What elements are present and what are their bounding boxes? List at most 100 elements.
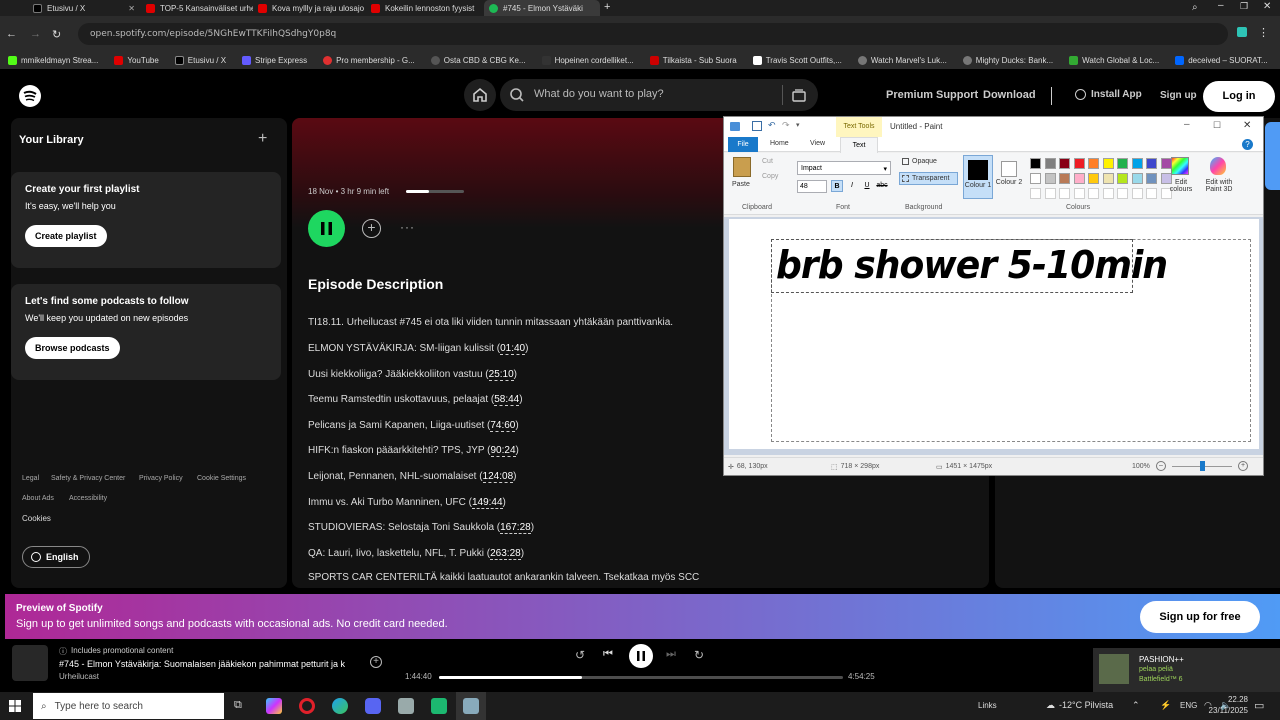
url-input[interactable]: open.spotify.com/episode/5NGhEwTTKFiIhQS…: [78, 23, 1228, 45]
font-size-select[interactable]: 48: [797, 180, 827, 193]
bookmark[interactable]: mmikeldmayn Strea...: [0, 56, 106, 65]
canvas[interactable]: brb shower 5-10min: [729, 219, 1259, 449]
bookmark[interactable]: Tilkaista - Sub Suora: [642, 56, 745, 65]
taskbar-search[interactable]: ⌕ Type here to search: [33, 693, 224, 719]
palette-swatch[interactable]: [1088, 158, 1099, 169]
clock-time[interactable]: 22.28: [1202, 695, 1248, 704]
chapter-timestamp-link[interactable]: 263:28: [490, 547, 521, 560]
palette-swatch[interactable]: [1102, 173, 1114, 184]
palette-swatch[interactable]: [1059, 158, 1070, 169]
opera-icon[interactable]: [299, 698, 315, 714]
now-playing-show[interactable]: Urheilucast: [59, 672, 99, 681]
nav-premium[interactable]: Premium: [886, 89, 933, 101]
chapter-timestamp-link[interactable]: 74:60: [490, 419, 516, 432]
chapter-timestamp-link[interactable]: 25:10: [488, 368, 514, 381]
footer-link-safety[interactable]: Safety & Privacy Center: [51, 475, 125, 482]
transparent-button[interactable]: Transparent: [899, 172, 958, 185]
palette-swatch-empty[interactable]: [1030, 188, 1041, 199]
browser-tab-active[interactable]: #745 - Elmon Ystäväki: [484, 0, 600, 16]
bold-button[interactable]: B: [831, 180, 843, 192]
forward-icon[interactable]: →: [30, 28, 41, 40]
add-to-library-icon[interactable]: +: [362, 219, 381, 238]
log-in-button[interactable]: Log in: [1203, 81, 1275, 112]
previous-icon[interactable]: ⏮: [603, 648, 613, 661]
edit-paint3d-label[interactable]: Edit with Paint 3D: [1201, 179, 1237, 193]
palette-swatch[interactable]: [1044, 158, 1056, 169]
pause-button[interactable]: [308, 210, 345, 247]
app-icon[interactable]: [398, 698, 414, 714]
palette-swatch[interactable]: [1030, 173, 1041, 184]
game-notification[interactable]: PASHION++ pelaa peliä Battlefield™ 6: [1093, 648, 1280, 692]
sign-up-free-button[interactable]: Sign up for free: [1140, 601, 1260, 633]
footer-link-about-ads[interactable]: About Ads: [22, 495, 54, 502]
install-app-link[interactable]: Install App: [1075, 89, 1142, 100]
edge-icon[interactable]: [332, 698, 348, 714]
palette-swatch-empty[interactable]: [1117, 188, 1128, 199]
tab-file[interactable]: File: [728, 137, 758, 152]
add-icon[interactable]: +: [258, 130, 267, 148]
palette-swatch[interactable]: [1146, 173, 1157, 184]
task-view-icon[interactable]: ⧉: [234, 699, 242, 712]
close-icon[interactable]: ✕: [1243, 120, 1251, 131]
palette-swatch[interactable]: [1044, 173, 1056, 184]
language-indicator[interactable]: ENG: [1180, 701, 1197, 710]
nav-support[interactable]: Support: [936, 89, 978, 101]
quick-access-dropdown-icon[interactable]: ▾: [796, 121, 800, 129]
footer-link-legal[interactable]: Legal: [22, 475, 39, 482]
search-tabs-icon[interactable]: ⌕: [1192, 2, 1198, 13]
browse-icon[interactable]: [791, 87, 807, 103]
close-icon[interactable]: ✕: [128, 4, 135, 13]
cut-button[interactable]: Cut: [762, 158, 773, 165]
footer-link-accessibility[interactable]: Accessibility: [69, 495, 107, 502]
underline-button[interactable]: U: [861, 180, 873, 192]
clock-date[interactable]: 23/11/2025: [1196, 706, 1248, 715]
footer-link-privacy[interactable]: Privacy Policy: [139, 475, 183, 482]
edit-colours-icon[interactable]: [1171, 157, 1189, 175]
footer-link-cookie-settings[interactable]: Cookie Settings: [197, 475, 246, 482]
paste-icon[interactable]: [733, 157, 751, 177]
colour1-button[interactable]: Colour 1: [963, 155, 993, 199]
undo-icon[interactable]: ↶: [768, 120, 776, 131]
zoom-slider-thumb[interactable]: [1200, 461, 1205, 471]
network-icon[interactable]: ⚡: [1160, 700, 1171, 711]
palette-swatch[interactable]: [1146, 158, 1157, 169]
palette-swatch-empty[interactable]: [1131, 188, 1143, 199]
browser-tab[interactable]: Kova myllly ja raju ulosajo: [253, 0, 365, 16]
chapter-timestamp-link[interactable]: 90:24: [490, 445, 516, 458]
tab-view[interactable]: View: [810, 140, 825, 147]
sign-up-link[interactable]: Sign up: [1160, 90, 1197, 101]
windows-start-icon[interactable]: [9, 700, 21, 712]
search-bar[interactable]: What do you want to play?: [500, 79, 818, 111]
footer-link-cookies[interactable]: Cookies: [22, 514, 51, 523]
palette-swatch[interactable]: [1073, 173, 1085, 184]
back-icon[interactable]: ←: [6, 28, 17, 40]
zoom-out-icon[interactable]: –: [1156, 461, 1166, 471]
tab-text[interactable]: Text: [840, 137, 878, 153]
weather-widget[interactable]: ☁ -12°C Pilvista: [1046, 700, 1113, 711]
bookmark[interactable]: Pro membership - G...: [315, 56, 423, 65]
minimize-icon[interactable]: –: [1184, 119, 1190, 130]
palette-swatch[interactable]: [1073, 158, 1085, 169]
maximize-icon[interactable]: ❐: [1240, 1, 1248, 12]
opaque-button[interactable]: Opaque: [902, 158, 937, 165]
browse-podcasts-button[interactable]: Browse podcasts: [25, 337, 120, 359]
edit-colours-label[interactable]: Edit colours: [1167, 179, 1195, 193]
episode-artwork[interactable]: [12, 645, 48, 681]
tab-home[interactable]: Home: [770, 140, 789, 147]
palette-swatch[interactable]: [1059, 173, 1070, 184]
paste-label[interactable]: Paste: [732, 181, 750, 188]
next-icon[interactable]: ⏭: [666, 648, 676, 661]
bookmark[interactable]: Watch Global & Loc...: [1061, 56, 1167, 65]
home-button[interactable]: [464, 79, 496, 111]
palette-swatch-empty[interactable]: [1073, 188, 1085, 199]
browser-tab[interactable]: Etusivu / X ✕: [28, 0, 140, 16]
browser-tab[interactable]: Kokeilin lennoston fyysist: [366, 0, 478, 16]
bookmark[interactable]: Travis Scott Outfits,...: [745, 56, 850, 65]
play-pause-button[interactable]: [629, 644, 653, 668]
menu-icon[interactable]: ⋮: [1258, 26, 1269, 39]
skip-back-15-icon[interactable]: ↺: [575, 648, 585, 662]
bookmark[interactable]: Mighty Ducks: Bank...: [955, 56, 1061, 65]
palette-swatch-empty[interactable]: [1146, 188, 1157, 199]
chapter-timestamp-link[interactable]: 01:40: [500, 343, 526, 355]
palette-swatch-empty[interactable]: [1059, 188, 1070, 199]
